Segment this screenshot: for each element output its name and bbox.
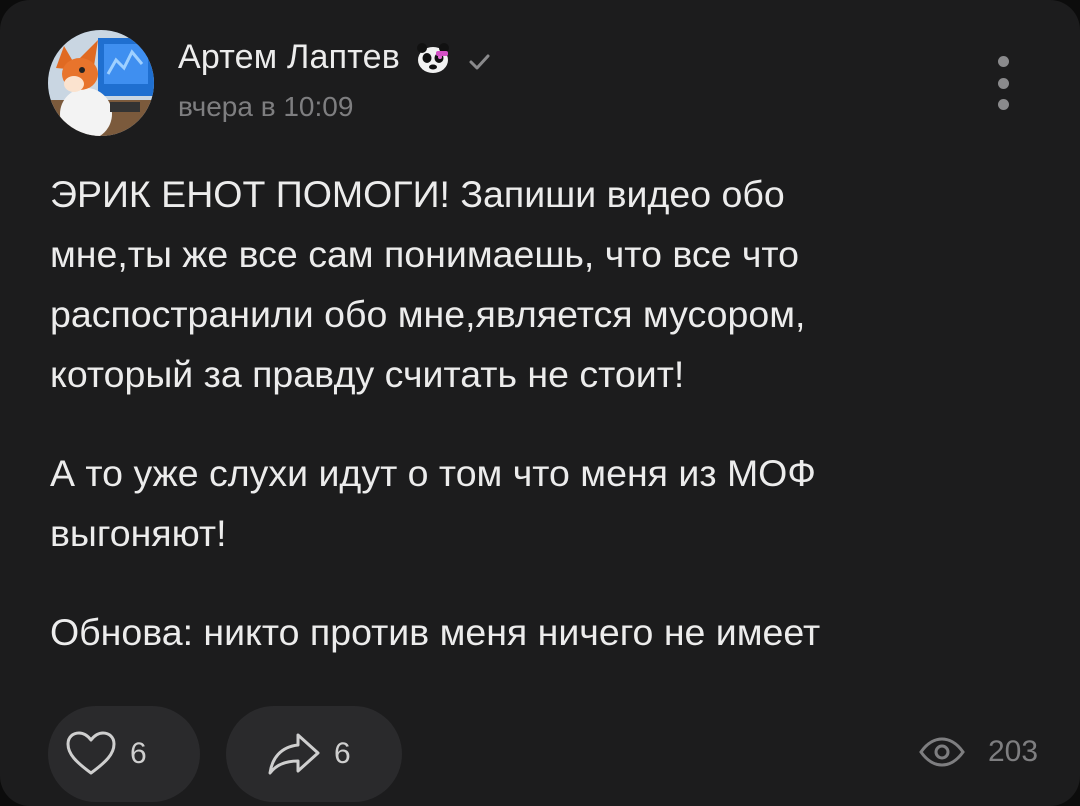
fox-avatar-icon (48, 30, 154, 136)
views-counter: 203 (918, 732, 1038, 772)
panda-sticker-icon (414, 41, 452, 75)
post-card: Артем Лаптев вчера в 10:09 ЭРИК ЕНОТ ПОМ… (0, 0, 1080, 806)
author-name[interactable]: Артем Лаптев (178, 38, 492, 77)
views-count: 203 (988, 735, 1039, 768)
like-count: 6 (130, 737, 147, 770)
author-avatar[interactable] (48, 30, 154, 136)
eye-icon (919, 737, 965, 767)
like-button[interactable]: 6 (48, 706, 200, 802)
vertical-dots-icon (997, 56, 1009, 67)
post-paragraph: А то уже слухи идут о том что меня из МО… (50, 452, 816, 554)
share-arrow-icon (268, 733, 320, 775)
post-text: ЭРИК ЕНОТ ПОМОГИ! Запиши видео обо мне,т… (50, 164, 1040, 701)
checkmark-icon (466, 45, 492, 71)
post-paragraph: Обнова: никто против меня ничего не имее… (50, 611, 821, 653)
share-button[interactable]: 6 (226, 706, 402, 802)
share-count: 6 (334, 737, 351, 770)
heart-icon (66, 731, 116, 775)
more-options-button[interactable] (986, 56, 1020, 110)
post-paragraph: ЭРИК ЕНОТ ПОМОГИ! Запиши видео обо мне,т… (50, 173, 806, 395)
post-timestamp: вчера в 10:09 (178, 91, 354, 122)
author-name-text[interactable]: Артем Лаптев (178, 38, 400, 77)
